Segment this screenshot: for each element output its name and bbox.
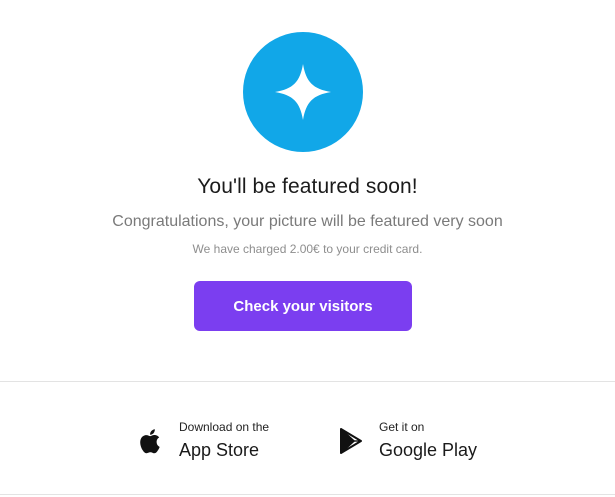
congratulations-text: Congratulations, your picture will be fe… [112, 213, 503, 230]
featured-badge [243, 32, 363, 152]
bottom-divider [0, 494, 615, 495]
featured-confirmation-page: You'll be featured soon! Congratulations… [0, 0, 615, 497]
app-store-label: App Store [179, 440, 260, 460]
divider [0, 381, 615, 382]
google-play-icon [339, 426, 365, 456]
google-play-label: Google Play [379, 440, 478, 460]
app-store-link[interactable]: Download on the App Store [139, 415, 269, 467]
page-title: You'll be featured soon! [197, 175, 418, 198]
google-play-link[interactable]: Get it on Google Play [339, 415, 477, 467]
charge-note: We have charged 2.00€ to your credit car… [192, 242, 423, 256]
sparkle-star-icon [273, 62, 333, 122]
apple-icon [139, 426, 165, 456]
google-play-caption: Get it on [379, 420, 425, 434]
check-visitors-button[interactable]: Check your visitors [194, 281, 412, 331]
app-store-caption: Download on the [179, 420, 270, 434]
